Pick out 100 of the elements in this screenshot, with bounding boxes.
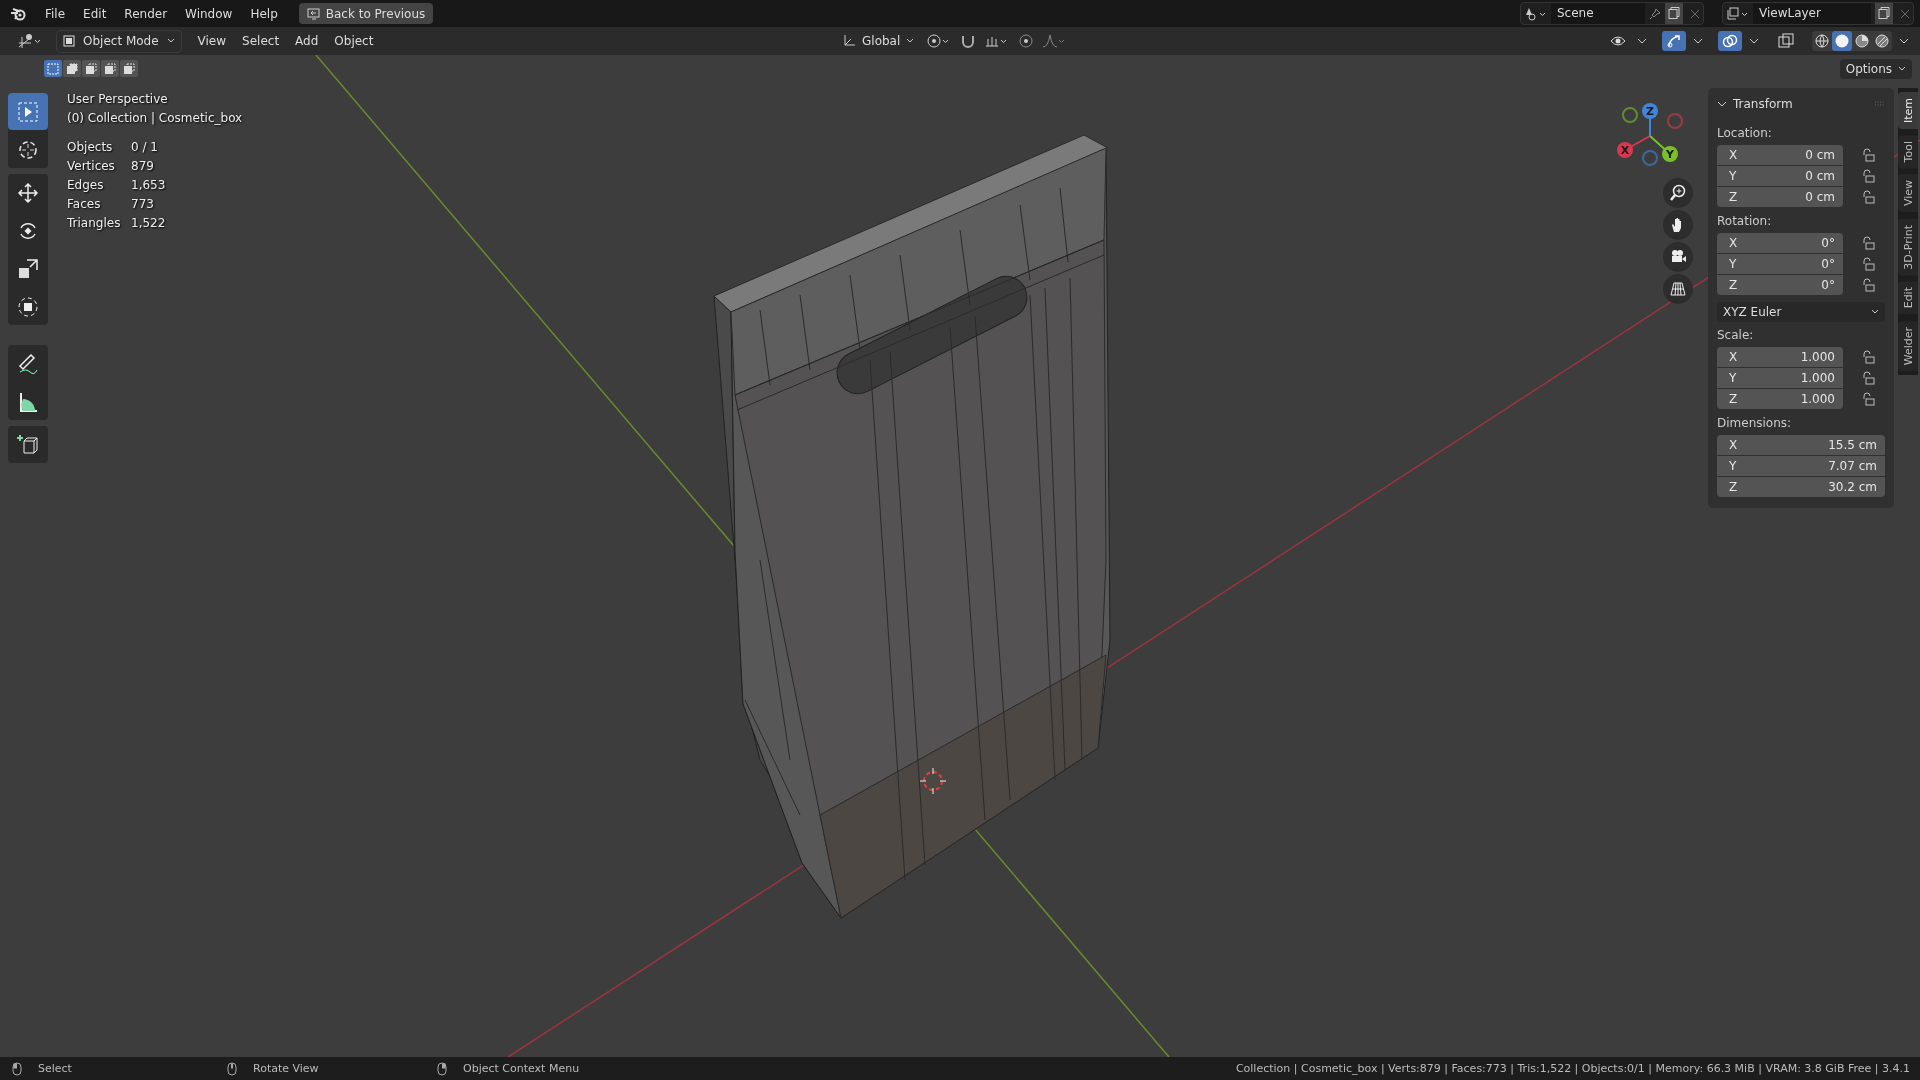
sidebar-tab[interactable]: Welder [1898,320,1918,371]
selection-mode-button[interactable] [101,60,119,77]
axes-icon [17,33,43,49]
drag-handle-icon[interactable] [1874,101,1886,107]
stat-value: 1,522 [131,215,167,231]
scene-name: Scene [1551,3,1645,24]
chevron-down-icon [906,38,915,44]
lock-icon[interactable] [1862,169,1876,183]
axis-handle[interactable]: X [1617,142,1633,158]
menu-item[interactable]: View [189,34,235,48]
number-field[interactable]: Z 0° [1717,275,1843,295]
number-field[interactable]: X 1.000 [1717,347,1843,367]
negative-axis-dot[interactable] [1622,107,1638,123]
selection-mode-button[interactable] [82,60,100,77]
selection-mode-button[interactable] [63,60,81,77]
active-object-label: (0) Collection | Cosmetic_box [67,110,243,127]
stat-label: Edges [67,177,105,193]
lock-icon[interactable] [1862,236,1876,250]
menu-item[interactable]: Window [176,6,242,21]
shading-mode-button[interactable] [1872,31,1892,51]
chevron-icon[interactable] [1717,100,1727,108]
transform-icon [16,294,40,319]
menu-item[interactable]: Render [115,6,177,21]
overlay-icon [1722,33,1738,49]
shading-mode-button[interactable] [1812,31,1832,51]
proportional-edit-icon[interactable] [1018,33,1035,49]
number-field[interactable]: Z 30.2 cm [1717,477,1885,497]
number-field[interactable]: Y 0 cm [1717,166,1843,186]
viewport-toggle-button[interactable] [1718,31,1742,51]
pin-icon[interactable] [1649,7,1661,20]
menu-item[interactable]: Add [287,34,327,48]
mode-dropdown[interactable]: Object Mode [56,29,182,53]
sidebar-tab[interactable]: 3D-Print [1898,218,1918,276]
status-info: Collection | Cosmetic_box | Verts:879 | Faces:773 | Tris:1,522 | Objects:0/1 | Memory: 66.3 MiB | VRAM: 3.8 GiB Free | 3.4.1 [1235,1062,1910,1075]
chevron-down-icon[interactable] [1749,38,1759,44]
stat-value: 0 / 1 [131,139,159,155]
negative-axis-dot[interactable] [1667,113,1683,129]
chevron-down-icon [1871,309,1879,315]
panel-title[interactable]: Transform [1733,97,1868,111]
solid-icon [1835,34,1849,48]
menu-item[interactable]: Help [241,6,287,21]
orientation-dropdown[interactable]: Global [836,31,921,51]
stat-label: Objects [67,139,114,155]
number-field[interactable]: Y 0° [1717,254,1843,274]
negative-axis-dot[interactable] [1642,150,1658,166]
sidebar-tab[interactable]: Tool [1898,135,1918,169]
view-layer-selector[interactable]: ViewLayer [1722,2,1914,25]
number-field[interactable]: X 0° [1717,233,1843,253]
axis-handle[interactable]: Z [1642,103,1658,119]
copy-icon[interactable] [1875,3,1893,24]
lock-icon[interactable] [1862,257,1876,271]
rotation-mode-dropdown[interactable]: XYZ Euler [1717,302,1885,322]
menu-item[interactable]: Select [234,34,288,48]
number-field[interactable]: X 0 cm [1717,145,1843,165]
number-field[interactable]: Y 7.07 cm [1717,456,1885,476]
viewport-toggle-button[interactable] [1662,31,1686,51]
lock-icon[interactable] [1862,392,1876,406]
lock-icon[interactable] [1862,371,1876,385]
sidebar-tab[interactable]: Item [1898,92,1918,130]
number-field[interactable]: Z 1.000 [1717,389,1843,409]
lock-icon[interactable] [1862,148,1876,162]
menu-item[interactable]: File [36,6,75,21]
shading-mode-button[interactable] [1832,31,1852,51]
select-box-icon [16,99,40,124]
stat-label: Triangles [67,215,121,231]
sidebar-tab[interactable]: Edit [1898,281,1918,315]
mouse-icon [227,1061,237,1076]
image-stack-icon [1727,6,1749,21]
group-label: Scale: [1717,327,1755,343]
back-to-previous-button[interactable]: Back to Previous [298,3,434,24]
rendered-icon [1875,34,1889,48]
number-field[interactable]: X 15.5 cm [1717,435,1885,455]
lock-icon[interactable] [1862,350,1876,364]
scene-selector[interactable]: Scene [1520,2,1704,25]
material-icon [1855,34,1869,48]
number-field[interactable]: Z 0 cm [1717,187,1843,207]
axis-handle[interactable]: Y [1662,146,1678,162]
selection-mode-button[interactable] [44,60,62,77]
blender-logo-icon[interactable] [10,6,26,21]
sidebar-tab[interactable]: View [1898,174,1918,213]
stat-value: 1,653 [131,177,167,193]
menu-item[interactable]: Edit [74,6,116,21]
move-arrows-icon [16,180,40,205]
selection-mode-button[interactable] [120,60,138,77]
magnet-icon[interactable] [960,33,977,49]
lock-icon[interactable] [1862,278,1876,292]
selection-mode-icon [66,62,78,75]
axes-icon [842,34,856,48]
chevron-down-icon[interactable] [1899,38,1909,44]
selection-mode-icon [47,62,59,75]
copy-icon[interactable] [1665,3,1683,24]
options-dropdown[interactable]: Options [1839,59,1912,79]
stat-value: 773 [131,196,155,212]
stat-value: 879 [131,158,155,174]
number-field[interactable]: Y 1.000 [1717,368,1843,388]
menu-item[interactable]: Object [326,34,382,48]
chevron-down-icon[interactable] [1637,38,1647,44]
shading-mode-button[interactable] [1852,31,1872,51]
lock-icon[interactable] [1862,190,1876,204]
chevron-down-icon[interactable] [1693,38,1703,44]
